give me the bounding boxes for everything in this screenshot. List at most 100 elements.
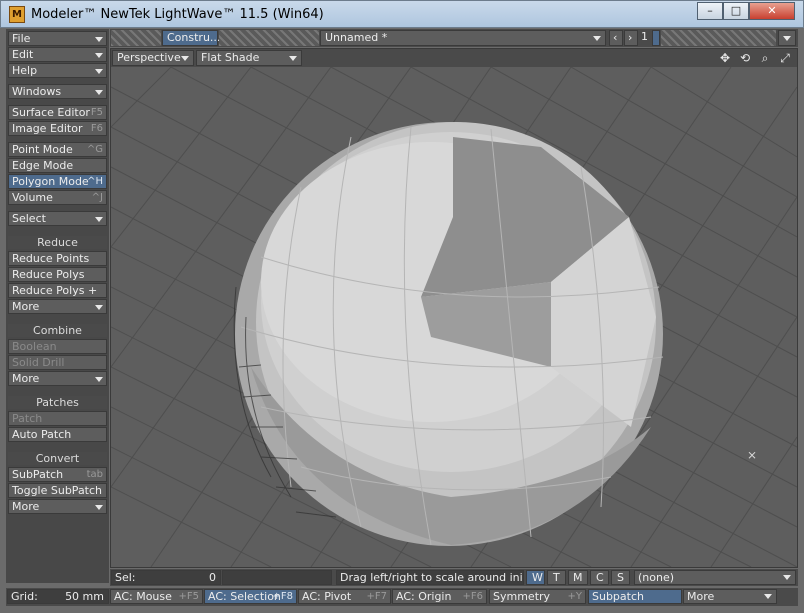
wtmcs-w-button[interactable]: W — [526, 570, 545, 585]
sel-label: Sel: — [115, 571, 136, 584]
reduce-header: Reduce — [8, 236, 107, 249]
surface-editor-label: Surface Editor — [12, 106, 90, 119]
polygon-mode-label: Polygon Mode — [12, 175, 89, 188]
ac-origin-label: AC: Origin — [396, 590, 452, 603]
symmetry-button[interactable]: Symmetry +Y — [489, 589, 586, 604]
wtmcs-s-button[interactable]: S — [611, 570, 630, 585]
layer-1-fg[interactable] — [652, 30, 660, 46]
auto-patch-button[interactable]: Auto Patch — [8, 427, 107, 442]
symmetry-label: Symmetry — [493, 590, 551, 603]
viewport-perspective[interactable]: Perspective Flat Shade ✥ ⟲ ⌕ ⤢ ⨯ — [110, 48, 798, 568]
object-select[interactable]: Unnamed * — [320, 30, 606, 46]
shortcut-label: +F8 — [272, 591, 294, 602]
ac-selection-button[interactable]: AC: Selection +F8 — [204, 589, 297, 604]
select-menu-label: Select — [12, 212, 46, 225]
shortcut-label: tab — [86, 469, 103, 480]
wtmcs-c-button[interactable]: C — [590, 570, 609, 585]
image-editor-button[interactable]: Image Editor F6 — [8, 121, 107, 136]
ac-pivot-label: AC: Pivot — [302, 590, 352, 603]
patches-header: Patches — [8, 396, 107, 409]
polygon-mode-button[interactable]: Polygon Mode ^H — [8, 174, 107, 189]
file-menu[interactable]: File — [8, 31, 107, 46]
reduce-polys-button[interactable]: Reduce Polys — [8, 267, 107, 282]
viewport-scene[interactable]: ⨯ — [111, 67, 797, 567]
rotate-icon[interactable]: ⟲ — [737, 50, 753, 66]
bottom-bar: Grid: 50 mm AC: Mouse +F5 AC: Selection +F… — [6, 588, 798, 606]
windows-menu[interactable]: Windows — [8, 84, 107, 99]
wtmcs-m-button[interactable]: M — [568, 570, 588, 585]
status-bar: Sel: 0 Drag left/right to scale around i… — [110, 569, 798, 586]
file-menu-label: File — [12, 32, 31, 45]
subpatch-toggle-button[interactable]: Subpatch — [588, 589, 682, 604]
surface-select[interactable]: (none) — [634, 570, 796, 585]
chevron-down-icon — [289, 56, 297, 61]
selection-count: Sel: 0 — [111, 570, 221, 585]
chevron-down-icon — [593, 36, 601, 41]
close-button[interactable]: ✕ — [749, 2, 795, 20]
shortcut-label: F5 — [90, 107, 103, 118]
combine-header: Combine — [8, 324, 107, 337]
shortcut-label: F6 — [90, 123, 103, 134]
left-toolbar: File Edit Help Windows Surface Editor F5 … — [6, 29, 109, 583]
chevron-down-icon — [95, 69, 103, 74]
edit-menu[interactable]: Edit — [8, 47, 107, 62]
shading-label: Flat Shade — [201, 51, 260, 64]
tab-strip-hatch — [111, 30, 161, 46]
next-layer-button[interactable]: › — [624, 30, 638, 46]
status-spacer — [222, 570, 332, 585]
view-type-label: Perspective — [117, 51, 181, 64]
chevron-down-icon — [95, 377, 103, 382]
convert-more-menu[interactable]: More — [8, 499, 107, 514]
point-mode-label: Point Mode — [12, 143, 73, 156]
layer-dropdown[interactable] — [778, 30, 796, 46]
subpatch-button[interactable]: SubPatch tab — [8, 467, 107, 482]
tab-construct[interactable]: Constru... — [162, 30, 220, 46]
maximize-viewport-icon[interactable]: ⤢ — [777, 50, 793, 66]
wtmcs-t-button[interactable]: T — [547, 570, 566, 585]
zoom-icon[interactable]: ⌕ — [757, 50, 773, 66]
chevron-down-icon — [95, 505, 103, 510]
surface-editor-button[interactable]: Surface Editor F5 — [8, 105, 107, 120]
maximize-button[interactable]: □ — [723, 2, 749, 20]
subpatch-label: SubPatch — [12, 468, 64, 481]
ac-selection-label: AC: Selection — [208, 590, 281, 603]
patch-button: Patch — [8, 411, 107, 426]
view-type-select[interactable]: Perspective — [112, 50, 194, 66]
shortcut-label: +F6 — [462, 591, 484, 602]
ac-mouse-button[interactable]: AC: Mouse +F5 — [110, 589, 203, 604]
shading-select[interactable]: Flat Shade — [196, 50, 302, 66]
combine-more-menu[interactable]: More — [8, 371, 107, 386]
select-menu[interactable]: Select — [8, 211, 107, 226]
toggle-subpatch-button[interactable]: Toggle SubPatch — [8, 483, 107, 498]
help-menu[interactable]: Help — [8, 63, 107, 78]
image-editor-label: Image Editor — [12, 122, 83, 135]
edit-menu-label: Edit — [12, 48, 34, 61]
bottom-more-menu[interactable]: More — [683, 589, 777, 604]
windows-menu-label: Windows — [12, 85, 62, 98]
app-icon[interactable]: M — [9, 6, 25, 23]
more-label: More — [12, 500, 40, 513]
chevron-down-icon — [783, 36, 791, 41]
convert-header: Convert — [8, 452, 107, 465]
grid-size: Grid: 50 mm — [7, 589, 109, 604]
prev-layer-button[interactable]: ‹ — [609, 30, 623, 46]
object-name: Unnamed * — [325, 31, 388, 44]
point-mode-button[interactable]: Point Mode ^G — [8, 142, 107, 157]
ac-pivot-button[interactable]: AC: Pivot +F7 — [298, 589, 391, 604]
reduce-more-menu[interactable]: More — [8, 299, 107, 314]
reduce-polys-plus-button[interactable]: Reduce Polys + — [8, 283, 107, 298]
reduce-points-button[interactable]: Reduce Points — [8, 251, 107, 266]
move-icon[interactable]: ✥ — [717, 50, 733, 66]
help-menu-label: Help — [12, 64, 38, 77]
edge-mode-button[interactable]: Edge Mode — [8, 158, 107, 173]
volume-button[interactable]: Volume ^J — [8, 190, 107, 205]
more-label: More — [12, 372, 40, 385]
ac-origin-button[interactable]: AC: Origin +F6 — [392, 589, 487, 604]
more-label: More — [687, 590, 715, 603]
shortcut-label: +Y — [567, 591, 583, 602]
sphere-mesh[interactable] — [233, 122, 664, 546]
chevron-down-icon — [764, 594, 772, 599]
chevron-down-icon — [95, 53, 103, 58]
layer-strip[interactable] — [661, 30, 776, 46]
minimize-button[interactable]: – — [697, 2, 723, 20]
